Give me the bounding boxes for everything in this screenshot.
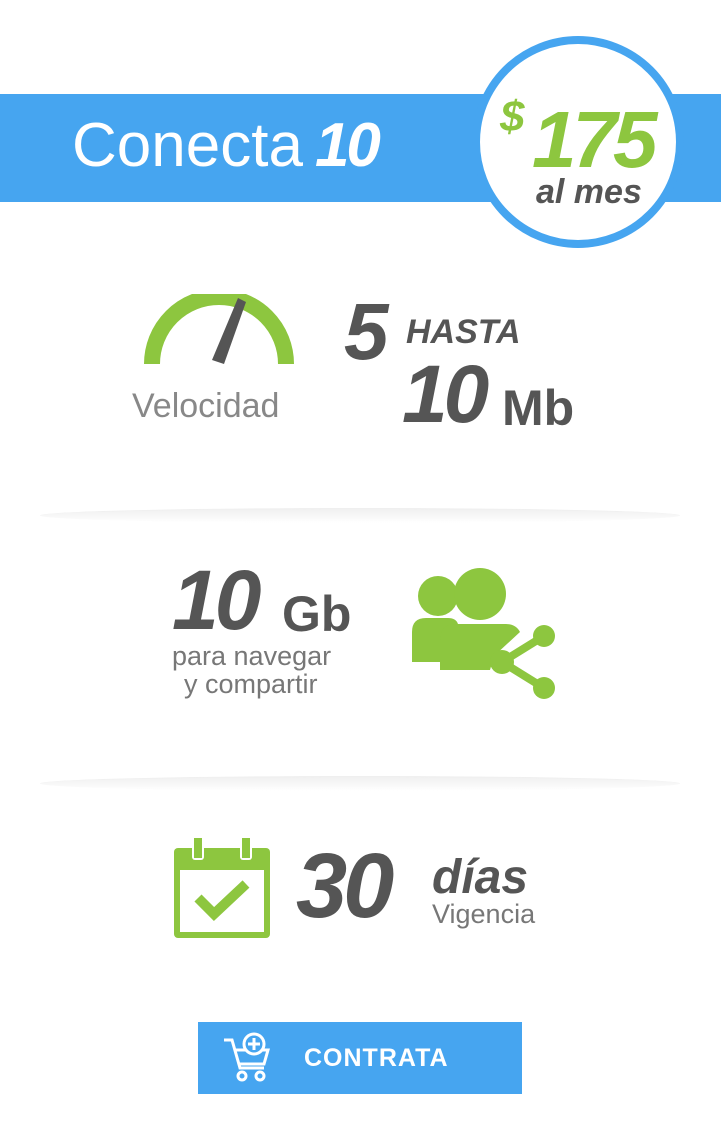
calendar-check-icon [174,836,270,938]
speedometer-icon [144,294,294,365]
speed-unit: Mb [502,380,575,436]
users-share-icon [412,568,555,699]
speed-label: Velocidad [132,387,280,425]
plan-number: 10 [314,111,381,180]
validity-label: Vigencia [432,899,536,929]
speed-min: 5 [344,287,389,376]
speed-hasta: HASTA [406,313,521,351]
data-unit: Gb [282,586,352,642]
divider [40,508,680,523]
plan-title: Conecta 10 [72,106,381,186]
price-period: al mes [536,173,642,211]
cart-add-icon [224,1032,270,1082]
contrata-button[interactable]: CONTRATA [198,1022,522,1094]
plan-name: Conecta [72,111,303,180]
speed-max: 10 [402,349,489,440]
price-amount: 175 [532,95,658,184]
data-description-line2: y compartir [184,669,318,699]
validity-unit: días [432,851,529,904]
price-currency: $ [500,92,525,141]
data-amount: 10 [172,553,261,647]
validity-number: 30 [296,835,394,937]
divider [40,776,680,791]
contrata-label: CONTRATA [304,1044,449,1072]
